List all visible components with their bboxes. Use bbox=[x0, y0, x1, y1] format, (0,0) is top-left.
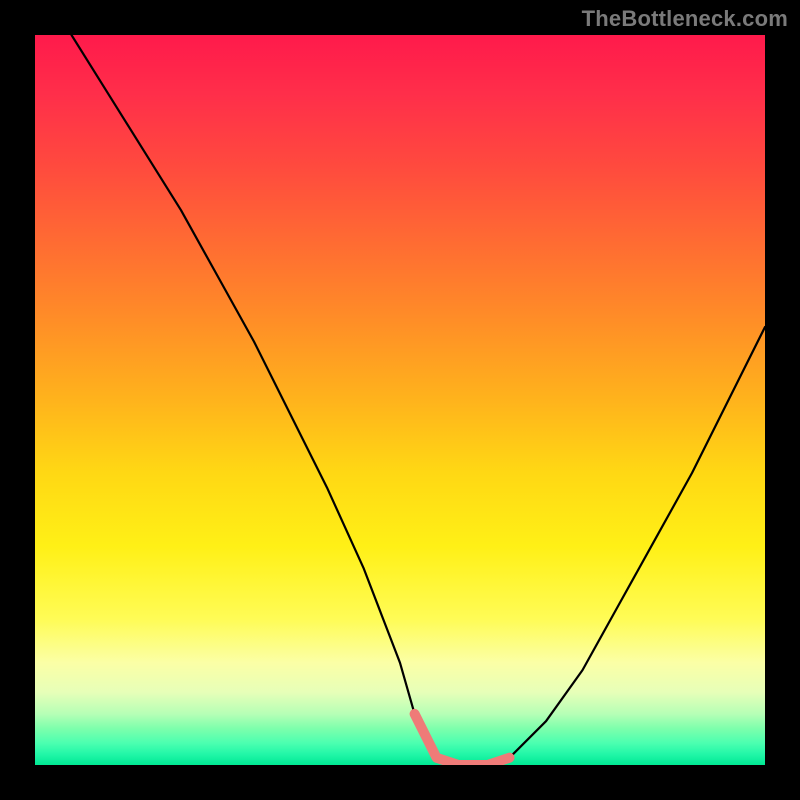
bottleneck-curve bbox=[72, 35, 766, 765]
curve-svg bbox=[35, 35, 765, 765]
watermark-text: TheBottleneck.com bbox=[582, 6, 788, 32]
chart-container: TheBottleneck.com bbox=[0, 0, 800, 800]
plot-area bbox=[35, 35, 765, 765]
optimal-zone-marker bbox=[415, 714, 510, 765]
